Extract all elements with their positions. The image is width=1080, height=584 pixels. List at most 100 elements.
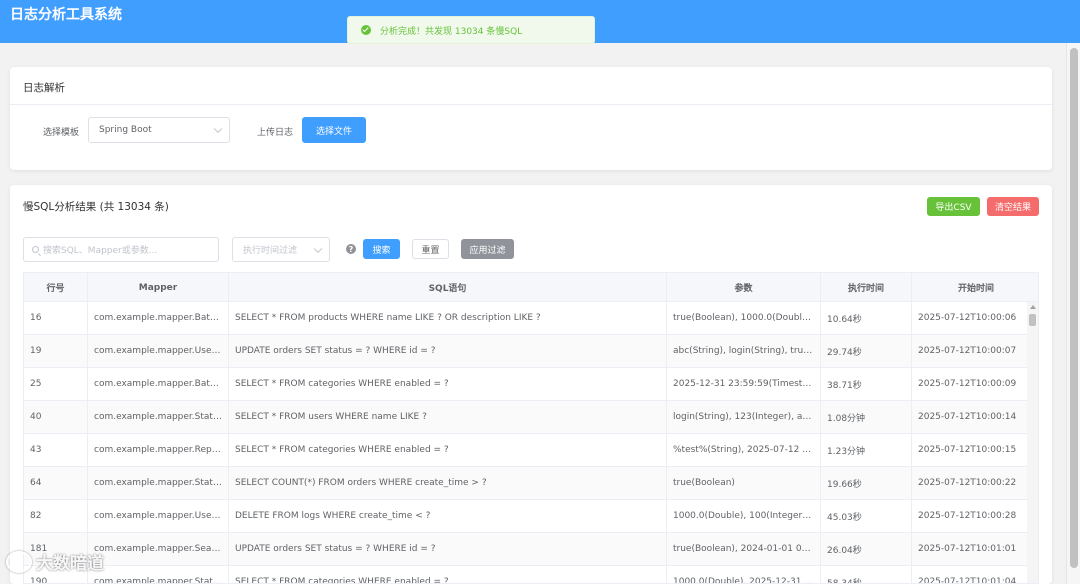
cell-params: true(Boolean), 2024-01-01 00:0... — [667, 533, 821, 565]
clear-results-button[interactable]: 清空结果 — [987, 197, 1039, 216]
cell-text: 1000.0(Double), 2025-12-31 23... — [673, 577, 814, 584]
cell-text: 16 — [30, 313, 42, 323]
cell-text: 26.04秒 — [827, 545, 862, 556]
table-row[interactable]: 25 com.example.mapper.Batch... SELECT * FR… — [24, 368, 1029, 401]
cell-mapper: com.example.mapper.Statist... — [88, 566, 229, 584]
table-row[interactable]: 82 com.example.mapper.User... DELETE FROM … — [24, 500, 1029, 533]
cell-mapper: com.example.mapper.Statist... — [88, 401, 229, 433]
cell-text: com.example.mapper.Repor... — [94, 445, 222, 455]
table-scrollbar[interactable] — [1027, 302, 1038, 583]
watermark-text: 大数暗道 — [36, 554, 104, 574]
cell-params: abc(String), login(String), true(... — [667, 335, 821, 367]
cell-text: 38.71秒 — [827, 380, 862, 391]
cell-text: com.example.mapper.User... — [94, 346, 222, 356]
cell-text: UPDATE orders SET status = ? WHERE id = … — [235, 346, 436, 356]
cell-text: abc(String), login(String), true(... — [673, 346, 814, 356]
cell-text: 2025-07-12T10:00:06 — [918, 313, 1017, 323]
scroll-thumb[interactable] — [1029, 314, 1036, 326]
cell-text: com.example.mapper.User... — [94, 511, 222, 521]
cell-text: 1.08分钟 — [827, 413, 866, 424]
search-button[interactable]: 搜索 — [363, 239, 400, 259]
table-row[interactable]: 181 com.example.mapper.Searc... UPDATE ord… — [24, 533, 1029, 566]
table-row[interactable]: 40 com.example.mapper.Statist... SELECT * … — [24, 401, 1029, 434]
cell-mapper: com.example.mapper.Searc... — [88, 533, 229, 565]
cell-start-time: 2025-07-12T10:00:14 — [912, 401, 1029, 433]
column-header-mapper[interactable]: Mapper — [88, 273, 229, 302]
cell-line: 43 — [24, 434, 88, 466]
cell-sql: UPDATE orders SET status = ? WHERE id = … — [229, 533, 667, 565]
apply-filter-button[interactable]: 应用过滤 — [461, 239, 514, 259]
cell-text: SELECT * FROM categories WHERE enabled =… — [235, 379, 449, 389]
cell-text: SELECT * FROM products WHERE name LIKE ?… — [235, 313, 541, 323]
cell-params: %test%(String), 2025-07-12 10:... — [667, 434, 821, 466]
cell-text: 29.74秒 — [827, 347, 862, 358]
cell-text: 43 — [30, 445, 42, 455]
cell-text: 45.03秒 — [827, 512, 862, 523]
cell-text: 10.64秒 — [827, 314, 862, 325]
scroll-up-icon[interactable] — [1030, 305, 1036, 309]
search-placeholder: 搜索SQL、Mapper或参数... — [43, 246, 158, 256]
cell-text: 1.23分钟 — [827, 446, 866, 457]
table-row[interactable]: 19 com.example.mapper.User... UPDATE order… — [24, 335, 1029, 368]
cell-text: 2025-07-12T10:00:09 — [918, 379, 1017, 389]
cell-exec-time: 1.23分钟 — [821, 434, 912, 466]
table-row[interactable]: 43 com.example.mapper.Repor... SELECT * FR… — [24, 434, 1029, 467]
column-header-exec-time[interactable]: 执行时间 — [821, 273, 912, 302]
log-parse-card: 日志解析 选择模板 Spring Boot 上传日志 选择文件 — [10, 67, 1052, 170]
template-select[interactable]: Spring Boot — [88, 117, 230, 143]
time-filter-placeholder: 执行时间过滤 — [243, 246, 298, 256]
time-filter-select[interactable]: 执行时间过滤 — [232, 237, 330, 262]
choose-file-button[interactable]: 选择文件 — [302, 117, 366, 143]
cell-text: SELECT * FROM categories WHERE enabled =… — [235, 445, 449, 455]
watermark-logo-icon — [6, 550, 32, 573]
cell-text: 58.34秒 — [827, 578, 862, 584]
cell-params: login(String), 123(Integer), abc(... — [667, 401, 821, 433]
cell-text: com.example.mapper.Statist... — [94, 412, 222, 422]
cell-line: 25 — [24, 368, 88, 400]
cell-text: 2025-07-12T10:01:01 — [918, 544, 1017, 554]
log-parse-title: 日志解析 — [23, 82, 65, 94]
cell-exec-time: 58.34秒 — [821, 566, 912, 584]
cell-text: SELECT * FROM categories WHERE enabled =… — [235, 577, 449, 584]
reset-button[interactable]: 重置 — [412, 239, 449, 259]
cell-text: com.example.mapper.Batch... — [94, 313, 222, 323]
cell-line: 82 — [24, 500, 88, 532]
column-header-line[interactable]: 行号 — [24, 273, 88, 302]
cell-mapper: com.example.mapper.User... — [88, 335, 229, 367]
column-header-params[interactable]: 参数 — [667, 273, 821, 302]
app-title: 日志分析工具系统 — [10, 7, 122, 23]
cell-text: com.example.mapper.Statist... — [94, 478, 222, 488]
column-header-start-time[interactable]: 开始时间 — [912, 273, 1038, 302]
table-row[interactable]: 64 com.example.mapper.Statist... SELECT CO… — [24, 467, 1029, 500]
cell-text: true(Boolean), 1000.0(Double),... — [673, 313, 814, 323]
table-row[interactable]: 190 com.example.mapper.Statist... SELECT *… — [24, 566, 1029, 584]
cell-line: 16 — [24, 302, 88, 334]
cell-sql: SELECT COUNT(*) FROM orders WHERE create… — [229, 467, 667, 499]
cell-text: 2025-07-12T10:00:22 — [918, 478, 1017, 488]
success-toast: 分析完成！共发现 13034 条慢SQL — [347, 16, 595, 44]
cell-start-time: 2025-07-12T10:00:06 — [912, 302, 1029, 334]
cell-text: com.example.mapper.Statist... — [94, 577, 222, 584]
watermark: 大数暗道 — [6, 549, 104, 574]
export-csv-button[interactable]: 导出CSV — [927, 197, 980, 216]
cell-exec-time: 38.71秒 — [821, 368, 912, 400]
cell-sql: SELECT * FROM categories WHERE enabled =… — [229, 368, 667, 400]
page-scroll-thumb[interactable] — [1070, 48, 1078, 568]
cell-text: 40 — [30, 412, 42, 422]
cell-text: 25 — [30, 379, 42, 389]
question-icon[interactable]: ? — [346, 244, 356, 254]
search-icon — [32, 246, 39, 253]
column-header-sql[interactable]: SQL语句 — [229, 273, 667, 302]
cell-text: SELECT * FROM users WHERE name LIKE ? — [235, 412, 427, 422]
search-input[interactable]: 搜索SQL、Mapper或参数... — [23, 237, 219, 262]
cell-text: DELETE FROM logs WHERE create_time < ? — [235, 511, 431, 521]
table-row[interactable]: 16 com.example.mapper.Batch... SELECT * FR… — [24, 302, 1029, 335]
page-scrollbar[interactable] — [1066, 43, 1080, 584]
cell-start-time: 2025-07-12T10:00:07 — [912, 335, 1029, 367]
template-select-value: Spring Boot — [99, 125, 152, 135]
cell-exec-time: 10.64秒 — [821, 302, 912, 334]
cell-text: 19.66秒 — [827, 479, 862, 490]
cell-line: 64 — [24, 467, 88, 499]
cell-start-time: 2025-07-12T10:00:15 — [912, 434, 1029, 466]
cell-exec-time: 29.74秒 — [821, 335, 912, 367]
